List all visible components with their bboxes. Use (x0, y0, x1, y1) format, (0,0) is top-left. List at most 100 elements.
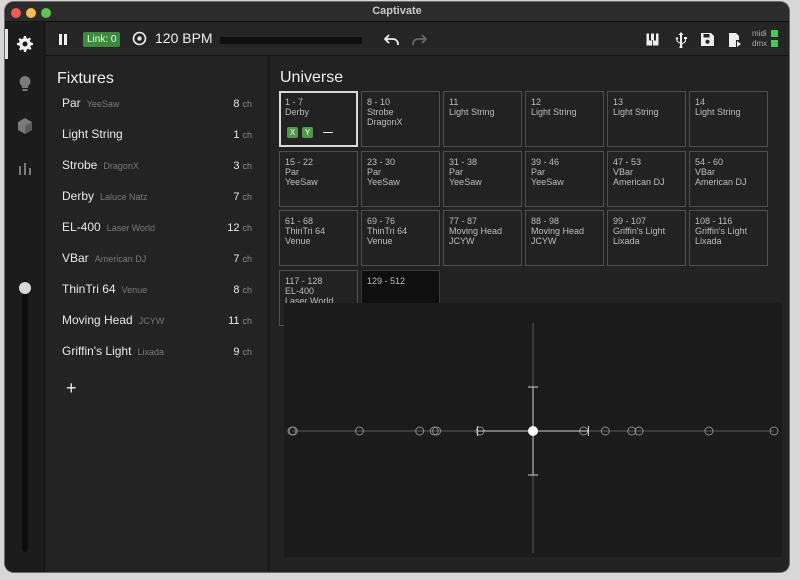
universe-cell[interactable]: 88 - 98 Moving Head JCYW (525, 210, 604, 266)
cell-fixture-name: Griffin's Light (613, 226, 666, 236)
add-fixture-button[interactable]: + (66, 378, 77, 399)
tempo-display[interactable]: 120 BPM (132, 30, 213, 46)
app-window: Captivate Link: 0 120 BPM midi dmx Fixtu… (5, 2, 789, 572)
cell-fixture-name: Light String (613, 107, 659, 117)
fixture-item[interactable]: Derby Laluce Natz 7 ch (62, 189, 252, 209)
sidebar (5, 23, 45, 572)
universe-cell[interactable]: 8 - 10 Strobe DragonX (361, 91, 440, 147)
fixture-item[interactable]: EL-400 Laser World 12 ch (62, 220, 252, 240)
universe-cell[interactable]: 108 - 116 Griffin's Light Lixada (689, 210, 768, 266)
universe-cell[interactable]: 99 - 107 Griffin's Light Lixada (607, 210, 686, 266)
fixture-channel-count: 8 ch (233, 98, 252, 110)
save-button[interactable] (701, 23, 714, 56)
sidebar-item-stats[interactable] (5, 149, 45, 187)
fixture-item[interactable]: Griffin's Light Lixada 9 ch (62, 344, 252, 364)
fixture-item[interactable]: Moving Head JCYW 11 ch (62, 313, 252, 333)
fixture-item[interactable]: ThinTri 64 Venue 8 ch (62, 282, 252, 302)
universe-cell[interactable]: 14 Light String (689, 91, 768, 147)
fixture-manufacturer: Venue (121, 285, 148, 295)
fixture-name: Griffin's Light (62, 344, 132, 358)
position-plot[interactable] (284, 303, 782, 557)
universe-cell[interactable]: 54 - 60 VBar American DJ (689, 150, 768, 207)
cell-channel-range: 54 - 60 (695, 156, 724, 167)
cell-fixture-name: VBar (613, 166, 634, 177)
universe-cell[interactable]: 11 Light String (443, 91, 522, 147)
tap-tempo-icon (132, 31, 147, 45)
bulb-icon (19, 76, 31, 91)
universe-cell[interactable]: 31 - 38 Par YeeSaw (443, 150, 522, 207)
window-title: Captivate (372, 5, 422, 17)
fixture-channel-count: 12 ch (227, 222, 252, 234)
selected-position-point[interactable] (528, 426, 538, 436)
universe-cell[interactable]: 61 - 68 ThinTri 64 Venue (279, 210, 358, 266)
midi-status-indicator (771, 30, 778, 37)
undo-button[interactable] (384, 23, 399, 56)
cell-fixture-name: Strobe (367, 107, 394, 117)
fixtures-title: Fixtures (57, 70, 114, 87)
cell-fixture-name: Griffin's Light (695, 226, 748, 236)
cell-channel-range: 88 - 98 (531, 216, 560, 226)
fixture-channel-unit: ch (242, 130, 252, 140)
universe-cell[interactable]: 47 - 53 VBar American DJ (607, 150, 686, 207)
fixture-item[interactable]: Light String 1 ch (62, 127, 252, 147)
load-file-button[interactable] (728, 23, 742, 56)
pause-button[interactable] (58, 23, 68, 56)
midi-keyboard-button[interactable] (646, 23, 659, 56)
link-status-button[interactable]: Link: 0 (83, 32, 121, 47)
fixture-item[interactable]: VBar American DJ 7 ch (62, 251, 252, 271)
cell-channel-range: 23 - 30 (367, 156, 396, 167)
universe-cell[interactable]: 69 - 76 ThinTri 64 Venue (361, 210, 440, 266)
universe-cell[interactable]: 1 - 7 Derby X Y (279, 91, 358, 147)
cell-fixture-manufacturer: Venue (367, 236, 393, 246)
x-axis-toggle[interactable]: X (287, 127, 298, 138)
fixture-item[interactable]: Strobe DragonX 3 ch (62, 158, 252, 178)
fixture-manufacturer: JCYW (138, 316, 165, 326)
universe-cell[interactable]: 13 Light String (607, 91, 686, 147)
fixture-channel-count: 11 ch (228, 315, 252, 327)
cell-channel-range: 1 - 7 (285, 97, 304, 107)
cell-channel-range: 129 - 512 (367, 275, 406, 286)
cell-fixture-manufacturer: YeeSaw (449, 176, 482, 187)
redo-button[interactable] (412, 23, 427, 56)
universe-cell[interactable]: 77 - 87 Moving Head JCYW (443, 210, 522, 266)
sidebar-item-fixtures[interactable] (5, 107, 45, 145)
universe-cell[interactable]: 15 - 22 Par YeeSaw (279, 150, 358, 207)
gear-icon (17, 36, 33, 52)
cell-fixture-manufacturer: Lixada (613, 236, 640, 246)
beat-progress-bar (220, 37, 362, 44)
universe-cell[interactable]: 12 Light String (525, 91, 604, 147)
cell-fixture-name: Moving Head (531, 226, 585, 236)
undo-icon (384, 33, 399, 45)
universe-cell[interactable]: 39 - 46 Par YeeSaw (525, 150, 604, 207)
usb-icon (675, 31, 687, 48)
cell-channel-range: 77 - 87 (449, 216, 478, 226)
fixtures-panel: Fixtures Par YeeSaw 8 ch Light String 1 ch Stro… (46, 56, 269, 572)
master-slider-track[interactable] (22, 280, 28, 552)
cell-fixture-name: Par (449, 166, 464, 177)
universe-cell[interactable]: 23 - 30 Par YeeSaw (361, 150, 440, 207)
position-plot-canvas[interactable] (284, 303, 782, 557)
sidebar-item-settings[interactable] (5, 25, 45, 63)
dmx-status-indicator (771, 40, 778, 47)
bpm-label: 120 BPM (155, 30, 213, 46)
fixture-channel-count: 9 ch (233, 346, 252, 358)
fixture-manufacturer: Laluce Natz (100, 192, 148, 202)
master-slider-thumb[interactable] (19, 282, 31, 295)
pause-icon (59, 34, 67, 45)
cell-channel-range: 108 - 116 (695, 216, 733, 226)
bar-chart-icon (19, 163, 31, 175)
fixture-item[interactable]: Par YeeSaw 8 ch (62, 96, 252, 116)
cube-icon (18, 118, 32, 134)
connection-labels: midi dmx (752, 29, 767, 49)
cell-fixture-manufacturer: YeeSaw (367, 176, 400, 187)
usb-device-button[interactable] (675, 23, 687, 56)
fixture-name: Strobe (62, 158, 98, 172)
fixture-channel-count: 1 ch (233, 129, 252, 141)
sidebar-item-lights[interactable] (5, 65, 45, 103)
y-axis-toggle[interactable]: Y (302, 127, 313, 138)
fixture-manufacturer: YeeSaw (86, 99, 120, 109)
remove-fixture-button[interactable] (323, 132, 333, 133)
save-icon (701, 33, 714, 46)
cell-fixture-name: Par (531, 166, 546, 177)
fixture-channel-count: 7 ch (233, 191, 252, 203)
